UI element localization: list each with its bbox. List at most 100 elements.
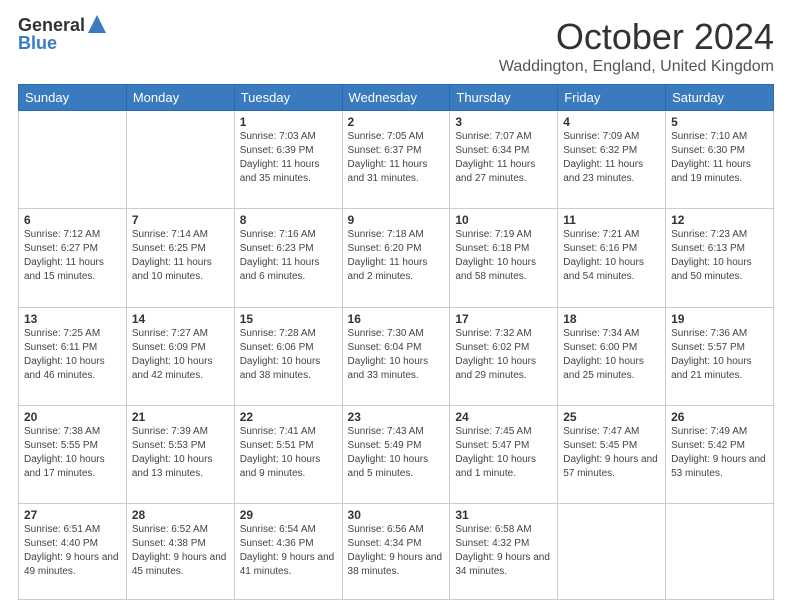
calendar-cell: 27Sunrise: 6:51 AMSunset: 4:40 PMDayligh… — [19, 504, 127, 600]
day-info: Sunrise: 7:43 AMSunset: 5:49 PMDaylight:… — [348, 425, 445, 481]
day-number: 27 — [24, 508, 121, 522]
day-number: 2 — [348, 115, 445, 129]
calendar-cell: 20Sunrise: 7:38 AMSunset: 5:55 PMDayligh… — [19, 405, 127, 503]
day-number: 28 — [132, 508, 229, 522]
day-number: 4 — [563, 115, 660, 129]
logo-blue: Blue — [18, 34, 57, 54]
page: General Blue October 2024 Waddington, En… — [0, 0, 792, 612]
calendar-cell — [126, 111, 234, 209]
day-info: Sunrise: 7:03 AMSunset: 6:39 PMDaylight:… — [240, 130, 337, 186]
day-number: 26 — [671, 410, 768, 424]
calendar-cell: 25Sunrise: 7:47 AMSunset: 5:45 PMDayligh… — [558, 405, 666, 503]
day-number: 16 — [348, 312, 445, 326]
day-info: Sunrise: 7:14 AMSunset: 6:25 PMDaylight:… — [132, 228, 229, 284]
calendar-cell: 4Sunrise: 7:09 AMSunset: 6:32 PMDaylight… — [558, 111, 666, 209]
calendar-cell: 3Sunrise: 7:07 AMSunset: 6:34 PMDaylight… — [450, 111, 558, 209]
logo-icon — [88, 15, 106, 33]
calendar-table: Sunday Monday Tuesday Wednesday Thursday… — [18, 84, 774, 600]
day-info: Sunrise: 7:41 AMSunset: 5:51 PMDaylight:… — [240, 425, 337, 481]
calendar-cell: 1Sunrise: 7:03 AMSunset: 6:39 PMDaylight… — [234, 111, 342, 209]
day-number: 18 — [563, 312, 660, 326]
day-number: 24 — [455, 410, 552, 424]
calendar-cell: 29Sunrise: 6:54 AMSunset: 4:36 PMDayligh… — [234, 504, 342, 600]
day-info: Sunrise: 6:51 AMSunset: 4:40 PMDaylight:… — [24, 523, 121, 579]
col-wednesday: Wednesday — [342, 85, 450, 111]
day-info: Sunrise: 6:58 AMSunset: 4:32 PMDaylight:… — [455, 523, 552, 579]
subtitle: Waddington, England, United Kingdom — [499, 58, 774, 76]
calendar-cell: 13Sunrise: 7:25 AMSunset: 6:11 PMDayligh… — [19, 307, 127, 405]
calendar-cell: 15Sunrise: 7:28 AMSunset: 6:06 PMDayligh… — [234, 307, 342, 405]
day-number: 23 — [348, 410, 445, 424]
title-block: October 2024 Waddington, England, United… — [499, 16, 774, 76]
day-info: Sunrise: 7:25 AMSunset: 6:11 PMDaylight:… — [24, 327, 121, 383]
calendar-cell: 19Sunrise: 7:36 AMSunset: 5:57 PMDayligh… — [666, 307, 774, 405]
day-number: 7 — [132, 213, 229, 227]
day-number: 13 — [24, 312, 121, 326]
calendar-cell: 17Sunrise: 7:32 AMSunset: 6:02 PMDayligh… — [450, 307, 558, 405]
day-info: Sunrise: 7:21 AMSunset: 6:16 PMDaylight:… — [563, 228, 660, 284]
day-number: 3 — [455, 115, 552, 129]
day-info: Sunrise: 7:07 AMSunset: 6:34 PMDaylight:… — [455, 130, 552, 186]
day-info: Sunrise: 7:39 AMSunset: 5:53 PMDaylight:… — [132, 425, 229, 481]
day-info: Sunrise: 7:23 AMSunset: 6:13 PMDaylight:… — [671, 228, 768, 284]
day-number: 1 — [240, 115, 337, 129]
calendar-cell: 8Sunrise: 7:16 AMSunset: 6:23 PMDaylight… — [234, 209, 342, 307]
day-info: Sunrise: 7:28 AMSunset: 6:06 PMDaylight:… — [240, 327, 337, 383]
calendar-cell — [666, 504, 774, 600]
calendar-cell: 16Sunrise: 7:30 AMSunset: 6:04 PMDayligh… — [342, 307, 450, 405]
calendar-cell: 24Sunrise: 7:45 AMSunset: 5:47 PMDayligh… — [450, 405, 558, 503]
day-number: 20 — [24, 410, 121, 424]
day-info: Sunrise: 7:12 AMSunset: 6:27 PMDaylight:… — [24, 228, 121, 284]
day-number: 10 — [455, 213, 552, 227]
day-number: 17 — [455, 312, 552, 326]
day-number: 22 — [240, 410, 337, 424]
day-number: 21 — [132, 410, 229, 424]
day-info: Sunrise: 6:54 AMSunset: 4:36 PMDaylight:… — [240, 523, 337, 579]
calendar-cell: 22Sunrise: 7:41 AMSunset: 5:51 PMDayligh… — [234, 405, 342, 503]
day-info: Sunrise: 7:32 AMSunset: 6:02 PMDaylight:… — [455, 327, 552, 383]
day-info: Sunrise: 7:47 AMSunset: 5:45 PMDaylight:… — [563, 425, 660, 481]
col-tuesday: Tuesday — [234, 85, 342, 111]
calendar-cell: 2Sunrise: 7:05 AMSunset: 6:37 PMDaylight… — [342, 111, 450, 209]
day-info: Sunrise: 7:19 AMSunset: 6:18 PMDaylight:… — [455, 228, 552, 284]
day-info: Sunrise: 7:34 AMSunset: 6:00 PMDaylight:… — [563, 327, 660, 383]
calendar-cell: 12Sunrise: 7:23 AMSunset: 6:13 PMDayligh… — [666, 209, 774, 307]
day-info: Sunrise: 7:49 AMSunset: 5:42 PMDaylight:… — [671, 425, 768, 481]
day-info: Sunrise: 7:36 AMSunset: 5:57 PMDaylight:… — [671, 327, 768, 383]
calendar-cell: 23Sunrise: 7:43 AMSunset: 5:49 PMDayligh… — [342, 405, 450, 503]
day-number: 15 — [240, 312, 337, 326]
calendar-cell: 18Sunrise: 7:34 AMSunset: 6:00 PMDayligh… — [558, 307, 666, 405]
col-monday: Monday — [126, 85, 234, 111]
calendar-cell: 9Sunrise: 7:18 AMSunset: 6:20 PMDaylight… — [342, 209, 450, 307]
calendar-cell: 14Sunrise: 7:27 AMSunset: 6:09 PMDayligh… — [126, 307, 234, 405]
calendar-cell: 11Sunrise: 7:21 AMSunset: 6:16 PMDayligh… — [558, 209, 666, 307]
day-info: Sunrise: 7:38 AMSunset: 5:55 PMDaylight:… — [24, 425, 121, 481]
col-friday: Friday — [558, 85, 666, 111]
calendar-cell: 6Sunrise: 7:12 AMSunset: 6:27 PMDaylight… — [19, 209, 127, 307]
day-info: Sunrise: 7:09 AMSunset: 6:32 PMDaylight:… — [563, 130, 660, 186]
day-number: 6 — [24, 213, 121, 227]
calendar-cell: 28Sunrise: 6:52 AMSunset: 4:38 PMDayligh… — [126, 504, 234, 600]
calendar-cell: 30Sunrise: 6:56 AMSunset: 4:34 PMDayligh… — [342, 504, 450, 600]
day-number: 14 — [132, 312, 229, 326]
day-number: 19 — [671, 312, 768, 326]
day-info: Sunrise: 7:16 AMSunset: 6:23 PMDaylight:… — [240, 228, 337, 284]
day-number: 12 — [671, 213, 768, 227]
day-info: Sunrise: 7:27 AMSunset: 6:09 PMDaylight:… — [132, 327, 229, 383]
col-thursday: Thursday — [450, 85, 558, 111]
calendar-cell — [558, 504, 666, 600]
day-number: 9 — [348, 213, 445, 227]
day-info: Sunrise: 7:30 AMSunset: 6:04 PMDaylight:… — [348, 327, 445, 383]
calendar-cell: 5Sunrise: 7:10 AMSunset: 6:30 PMDaylight… — [666, 111, 774, 209]
col-saturday: Saturday — [666, 85, 774, 111]
day-info: Sunrise: 6:52 AMSunset: 4:38 PMDaylight:… — [132, 523, 229, 579]
day-number: 29 — [240, 508, 337, 522]
day-number: 5 — [671, 115, 768, 129]
calendar-header-row: Sunday Monday Tuesday Wednesday Thursday… — [19, 85, 774, 111]
day-number: 8 — [240, 213, 337, 227]
day-number: 30 — [348, 508, 445, 522]
logo: General Blue — [18, 16, 106, 54]
day-info: Sunrise: 7:18 AMSunset: 6:20 PMDaylight:… — [348, 228, 445, 284]
day-number: 25 — [563, 410, 660, 424]
day-info: Sunrise: 7:45 AMSunset: 5:47 PMDaylight:… — [455, 425, 552, 481]
